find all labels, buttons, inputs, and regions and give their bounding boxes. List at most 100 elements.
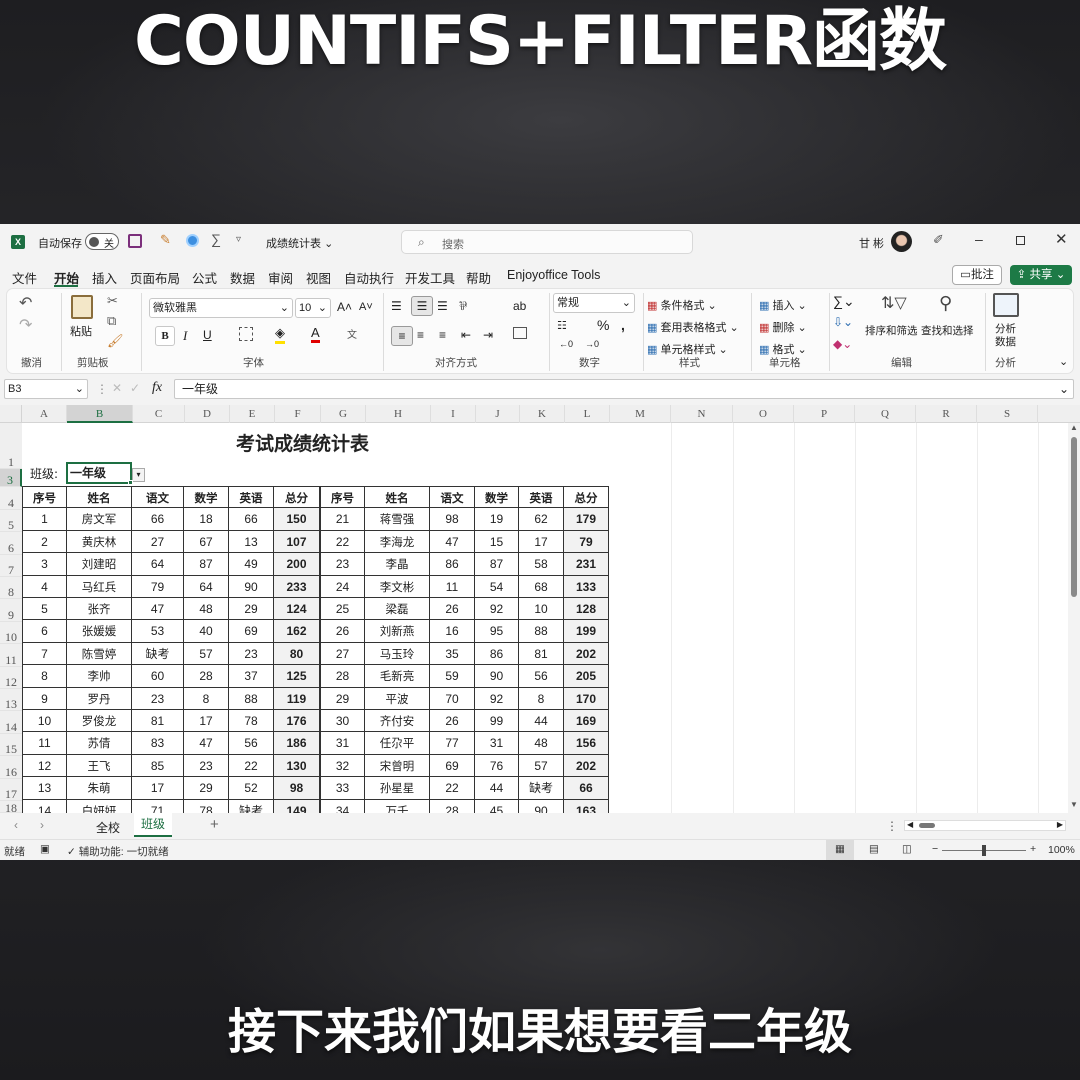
table-cell[interactable]: 37 bbox=[229, 665, 274, 688]
table-cell[interactable]: 15 bbox=[475, 530, 519, 554]
decrease-indent-icon[interactable]: ⇤ bbox=[461, 328, 471, 342]
table-cell[interactable]: 202 bbox=[564, 754, 609, 778]
table-cell[interactable]: 罗俊龙 bbox=[67, 710, 132, 733]
table-header-cell[interactable]: 英语 bbox=[519, 486, 564, 509]
brush-icon[interactable]: ✎ bbox=[160, 232, 171, 248]
undo-icon[interactable]: ↶ bbox=[19, 293, 32, 313]
table-cell[interactable]: 156 bbox=[564, 732, 609, 755]
table-cell[interactable]: 60 bbox=[132, 665, 184, 688]
table-cell[interactable]: 房文军 bbox=[67, 508, 132, 531]
table-cell[interactable]: 98 bbox=[274, 777, 320, 800]
table-cell[interactable]: 66 bbox=[564, 777, 609, 800]
table-cell[interactable]: 马玉玲 bbox=[365, 642, 430, 666]
table-cell[interactable]: 45 bbox=[475, 799, 519, 813]
table-cell[interactable]: 宋曾明 bbox=[365, 754, 430, 778]
horizontal-scroll-thumb[interactable] bbox=[919, 823, 935, 828]
table-cell[interactable]: 163 bbox=[564, 799, 609, 813]
table-cell[interactable]: 21 bbox=[320, 508, 365, 531]
menu-page-layout[interactable]: 页面布局 bbox=[130, 268, 180, 287]
table-cell[interactable]: 34 bbox=[320, 799, 365, 813]
table-cell[interactable]: 81 bbox=[132, 710, 184, 733]
table-cell[interactable]: 162 bbox=[274, 620, 320, 643]
search-box[interactable]: ⌕ 搜索 bbox=[401, 230, 693, 254]
cancel-icon[interactable]: ✕ bbox=[112, 381, 122, 395]
wrap-text-icon[interactable]: ab bbox=[513, 299, 526, 313]
table-cell[interactable]: 5 bbox=[22, 598, 67, 621]
table-header-cell[interactable]: 语文 bbox=[430, 486, 475, 509]
row-header-16[interactable]: 16 bbox=[0, 756, 22, 779]
table-cell[interactable]: 87 bbox=[475, 553, 519, 576]
menu-file[interactable]: 文件 bbox=[12, 268, 37, 287]
redo-icon[interactable]: ↷ bbox=[19, 315, 32, 335]
table-cell[interactable]: 58 bbox=[519, 553, 564, 576]
page-layout-view-icon[interactable]: ▤ bbox=[869, 843, 879, 855]
table-cell[interactable]: 1 bbox=[22, 508, 67, 531]
add-sheet-icon[interactable]: + bbox=[210, 816, 219, 833]
menu-formulas[interactable]: 公式 bbox=[192, 268, 217, 287]
table-cell[interactable]: 95 bbox=[475, 620, 519, 643]
table-cell[interactable]: 23 bbox=[184, 754, 229, 778]
row-header-7[interactable]: 7 bbox=[0, 555, 22, 577]
table-cell[interactable]: 缺考 bbox=[229, 799, 274, 813]
table-header-cell[interactable]: 数学 bbox=[184, 486, 229, 509]
table-cell[interactable]: 2 bbox=[22, 530, 67, 554]
table-cell[interactable]: 47 bbox=[430, 530, 475, 554]
table-cell[interactable]: 30 bbox=[320, 710, 365, 733]
table-cell[interactable]: 8 bbox=[22, 665, 67, 688]
row-header-18[interactable]: 18 bbox=[0, 801, 22, 813]
table-cell[interactable]: 83 bbox=[132, 732, 184, 755]
collapse-ribbon-icon[interactable]: ⌄ bbox=[1059, 355, 1068, 368]
menu-data[interactable]: 数据 bbox=[230, 268, 255, 287]
table-cell[interactable]: 17 bbox=[184, 710, 229, 733]
table-cell[interactable]: 22 bbox=[229, 754, 274, 778]
table-cell[interactable]: 202 bbox=[564, 642, 609, 666]
column-header-l[interactable]: L bbox=[565, 405, 610, 423]
table-cell[interactable]: 苏倩 bbox=[67, 732, 132, 755]
table-cell[interactable]: 29 bbox=[184, 777, 229, 800]
table-cell[interactable]: 张媛媛 bbox=[67, 620, 132, 643]
table-cell[interactable]: 81 bbox=[519, 642, 564, 666]
row-header-17[interactable]: 17 bbox=[0, 779, 22, 801]
column-header-m[interactable]: M bbox=[610, 405, 671, 423]
table-cell[interactable]: 186 bbox=[274, 732, 320, 755]
table-cell[interactable]: 11 bbox=[22, 732, 67, 755]
normal-view-icon[interactable]: ▦ bbox=[826, 840, 854, 860]
row-header-13[interactable]: 13 bbox=[0, 689, 22, 711]
table-cell[interactable]: 169 bbox=[564, 710, 609, 733]
table-cell[interactable]: 万千 bbox=[365, 799, 430, 813]
table-cell[interactable]: 56 bbox=[229, 732, 274, 755]
table-cell[interactable]: 朱萌 bbox=[67, 777, 132, 800]
align-center-icon[interactable]: ≡ bbox=[417, 328, 424, 342]
table-cell[interactable]: 88 bbox=[519, 620, 564, 643]
table-cell[interactable]: 24 bbox=[320, 575, 365, 598]
column-header-d[interactable]: D bbox=[185, 405, 230, 423]
table-cell[interactable]: 缺考 bbox=[132, 642, 184, 666]
file-name[interactable]: 成绩统计表 ⌄ bbox=[266, 235, 333, 251]
table-cell[interactable]: 62 bbox=[519, 508, 564, 531]
table-cell[interactable]: 85 bbox=[132, 754, 184, 778]
table-cell[interactable]: 缺考 bbox=[519, 777, 564, 800]
conditional-format-button[interactable]: ▦ 条件格式 ⌄ bbox=[647, 297, 717, 313]
table-cell[interactable]: 47 bbox=[184, 732, 229, 755]
table-cell[interactable]: 7 bbox=[22, 642, 67, 666]
format-painter-icon[interactable]: 🖌 bbox=[107, 333, 124, 349]
more-options-icon[interactable]: ⋮ bbox=[886, 819, 898, 833]
column-header-s[interactable]: S bbox=[977, 405, 1038, 423]
table-cell[interactable]: 76 bbox=[475, 754, 519, 778]
table-cell[interactable]: 8 bbox=[519, 687, 564, 710]
analyze-data-icon[interactable] bbox=[993, 293, 1019, 317]
table-header-cell[interactable]: 英语 bbox=[229, 486, 274, 509]
analyze-label-2[interactable]: 数据 bbox=[995, 334, 1016, 349]
table-cell[interactable]: 26 bbox=[320, 620, 365, 643]
class-select-cell[interactable]: 一年级 bbox=[66, 462, 132, 484]
table-cell[interactable]: 128 bbox=[564, 598, 609, 621]
table-cell[interactable]: 6 bbox=[22, 620, 67, 643]
autosave-toggle[interactable]: 关 bbox=[85, 233, 119, 250]
row-header-1[interactable]: 1 bbox=[0, 423, 22, 469]
table-cell[interactable]: 22 bbox=[320, 530, 365, 554]
table-cell[interactable]: 70 bbox=[430, 687, 475, 710]
tab-class[interactable]: 班级 bbox=[134, 813, 172, 837]
close-icon[interactable]: ✕ bbox=[1055, 230, 1068, 248]
prev-sheet-icon[interactable]: ‹ bbox=[14, 818, 18, 832]
table-header-cell[interactable]: 总分 bbox=[274, 486, 320, 509]
